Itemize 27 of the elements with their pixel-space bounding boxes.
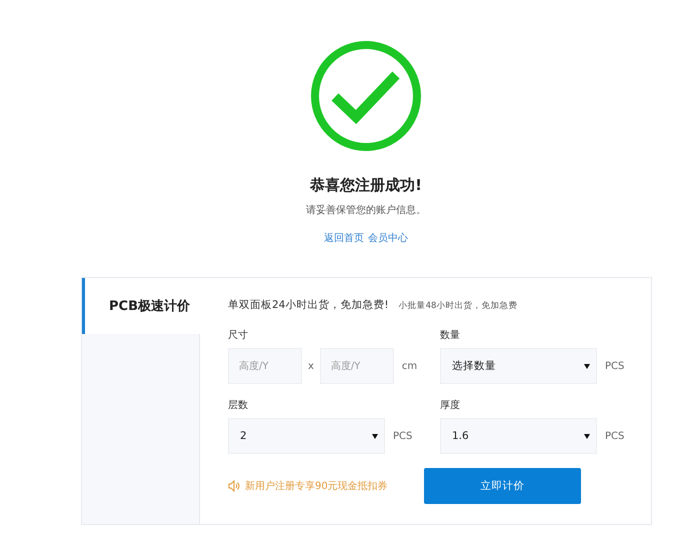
unit-label: cm [402,360,418,372]
subline: 小批量48小时出货，免加急费 [398,300,518,312]
dropdown[interactable]: 选择数量 [440,348,597,384]
nav-link[interactable]: 会员中心 [368,231,408,245]
unit-label: PCS [605,430,624,442]
promo-text: 新用户注册专享90元现金抵扣券 [245,480,388,493]
unit-label: PCS [605,360,624,372]
quote-button[interactable]: 立即计价 [424,468,581,504]
input-field[interactable]: 高度/Y [228,348,302,384]
success-title: 恭喜您注册成功! [310,176,422,195]
success-message: 请妥善保管您的账户信息。 [306,204,426,217]
speaker-icon [228,480,240,492]
headline: 单双面板24小时出货，免加急费! [228,298,389,312]
caret-icon [372,434,378,438]
caret-icon [584,364,590,368]
field-label: 厚度 [440,398,461,412]
dropdown[interactable]: 2 [228,418,385,454]
nav-link[interactable]: 返回首页 [324,231,364,245]
input-field[interactable]: 高度/Y [320,348,394,384]
times-sign: x [308,360,314,372]
check-circle-icon [310,40,422,152]
dropdown[interactable]: 1.6 [440,418,597,454]
field-label: 尺寸 [228,328,249,342]
field-label: 层数 [228,399,249,412]
field-label: 数量 [440,329,461,342]
caret-icon [584,434,590,438]
unit-label: PCS [393,430,412,442]
